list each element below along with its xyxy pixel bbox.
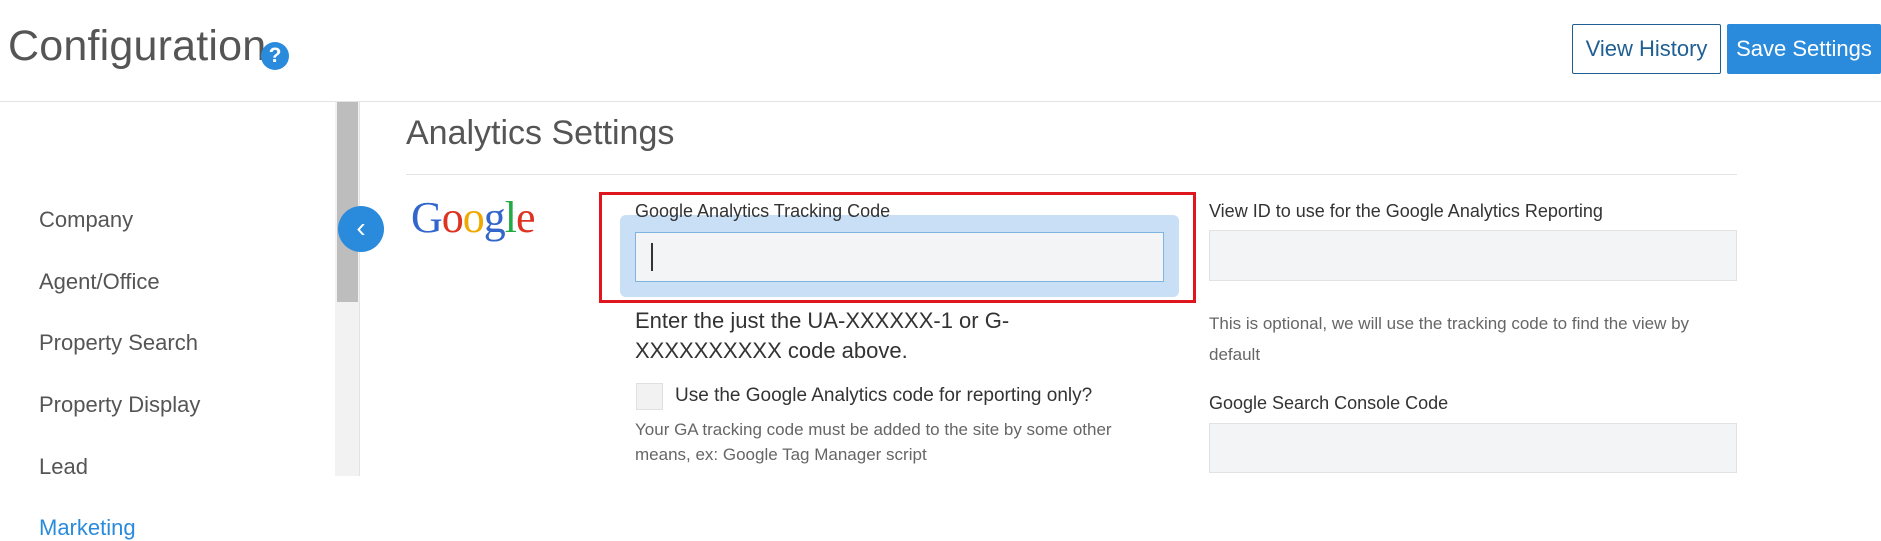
page-title: Configuration (8, 22, 267, 70)
tracking-code-help: Enter the just the UA-XXXXXX-1 or G-XXXX… (635, 308, 1010, 363)
section-divider (406, 174, 1737, 175)
section-title: Analytics Settings (406, 114, 675, 152)
view-id-label: View ID to use for the Google Analytics … (1209, 201, 1603, 221)
search-console-label: Google Search Console Code (1209, 393, 1449, 413)
header: Configuration ? View History Save Settin… (0, 0, 1881, 102)
reporting-only-checkbox[interactable] (636, 383, 663, 410)
google-logo-letter: g (483, 193, 506, 242)
google-logo-letter: o (462, 193, 485, 242)
view-id-help: This is optional, we will use the tracki… (1209, 314, 1690, 364)
google-logo-letter: e (516, 193, 536, 242)
google-logo-letter: G (411, 193, 443, 242)
chevron-left-icon: ‹ (356, 212, 366, 243)
help-icon[interactable]: ? (261, 42, 289, 70)
google-logo: Google (411, 192, 536, 243)
sidebar-item-marketing[interactable]: Marketing (39, 515, 136, 541)
view-id-input[interactable] (1209, 230, 1737, 281)
view-history-button[interactable]: View History (1572, 24, 1721, 74)
reporting-only-label[interactable]: Use the Google Analytics code for report… (675, 385, 1092, 407)
reporting-only-help: Your GA tracking code must be added to t… (635, 420, 1112, 464)
sidebar: Company Agent/Office Property Search Pro… (0, 101, 335, 540)
sidebar-item-property-display[interactable]: Property Display (39, 392, 200, 418)
google-logo-letter: l (504, 193, 517, 242)
sidebar-item-agent-office[interactable]: Agent/Office (39, 269, 160, 295)
sidebar-item-company[interactable]: Company (39, 207, 133, 233)
sidebar-scrollbar-thumb[interactable] (337, 102, 358, 302)
highlight-box (599, 192, 1196, 303)
google-logo-letter: o (441, 193, 464, 242)
sidebar-item-property-search[interactable]: Property Search (39, 330, 198, 356)
sidebar-divider (359, 102, 360, 476)
search-console-input[interactable] (1209, 423, 1737, 473)
collapse-sidebar-button[interactable]: ‹ (338, 206, 384, 252)
save-settings-button[interactable]: Save Settings (1727, 24, 1881, 74)
sidebar-item-lead[interactable]: Lead (39, 454, 88, 480)
